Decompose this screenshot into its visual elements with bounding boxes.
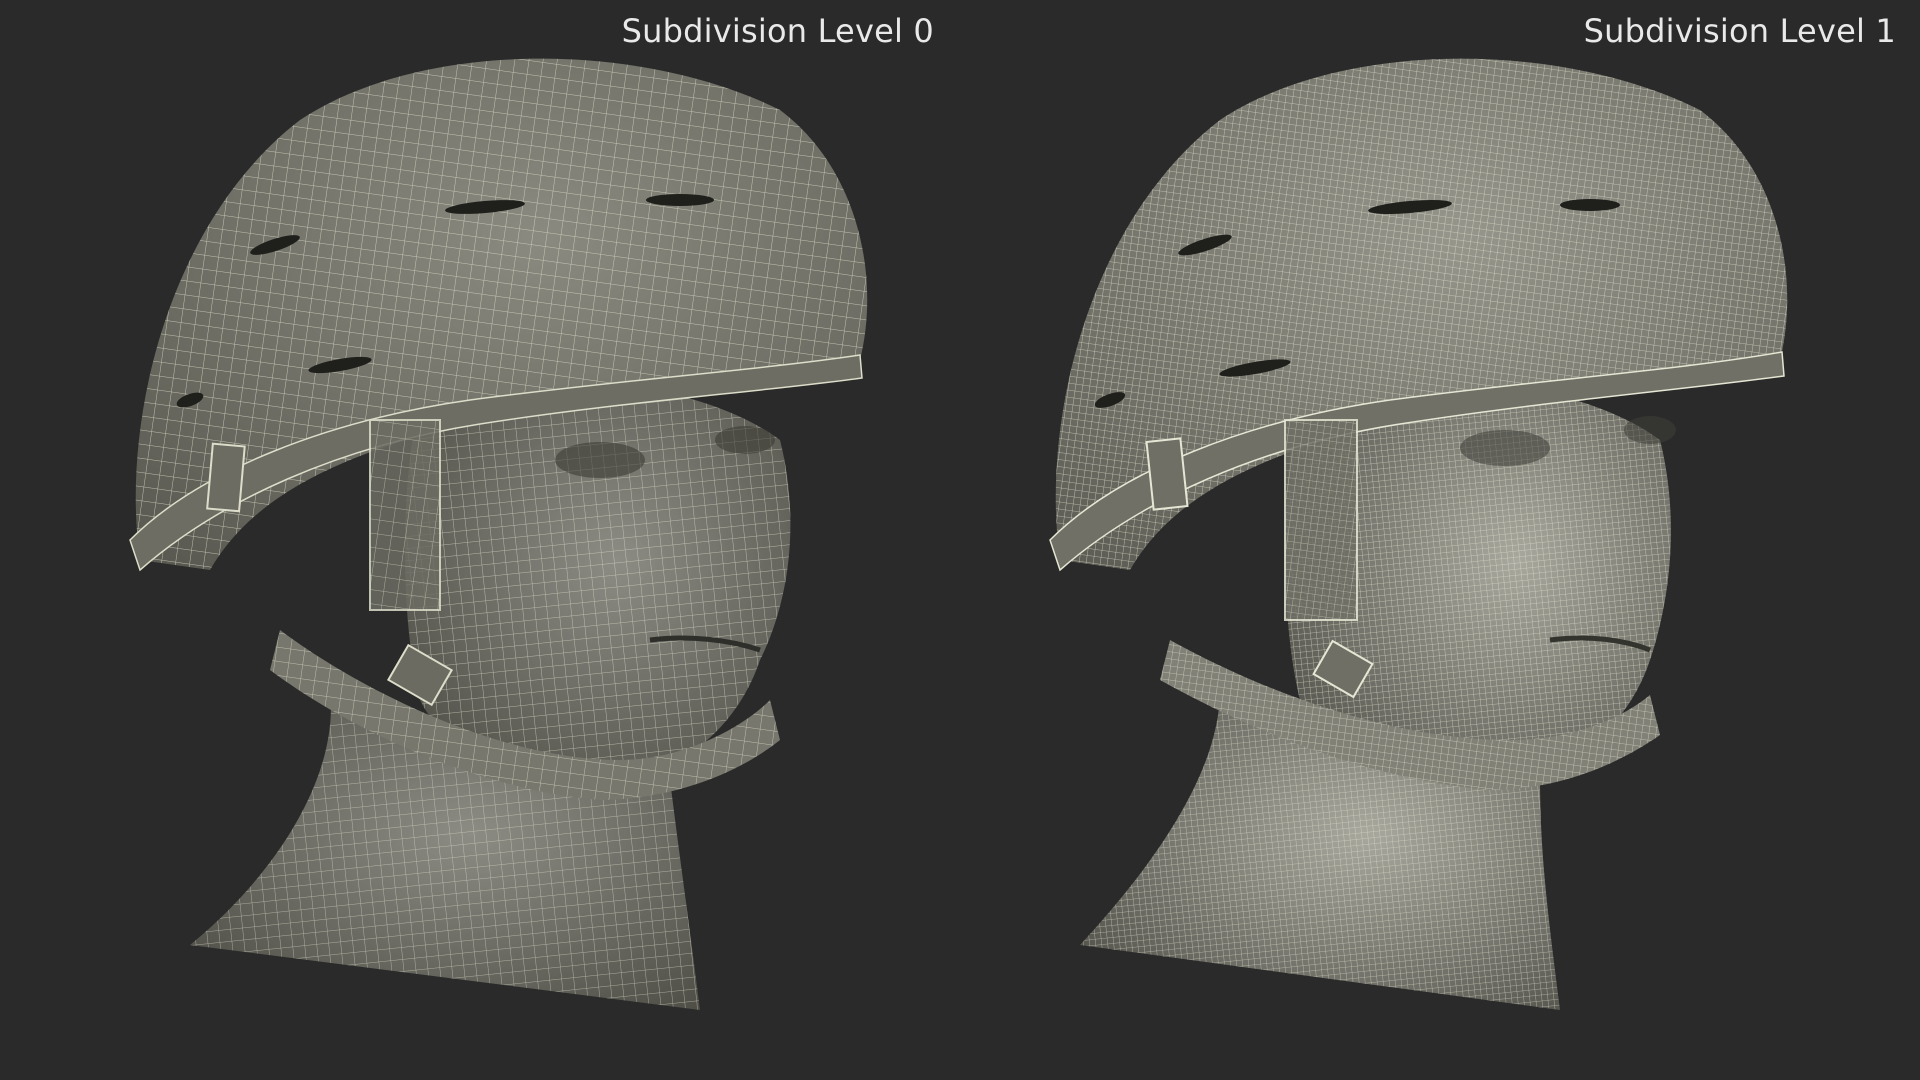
panel-subdivision-level-1: Subdivision Level 1 bbox=[960, 0, 1920, 1080]
face-mesh bbox=[405, 379, 791, 782]
eye-socket-left bbox=[555, 442, 645, 478]
subdivision-level-0-label: Subdivision Level 0 bbox=[621, 12, 934, 50]
subdivision-level-1-label: Subdivision Level 1 bbox=[1583, 12, 1896, 50]
panel-subdivision-level-0: Subdivision Level 0 bbox=[0, 0, 960, 1080]
eye-socket-left bbox=[1460, 430, 1550, 466]
eye-socket-right bbox=[715, 426, 775, 454]
side-clip bbox=[1145, 437, 1189, 511]
side-clip bbox=[206, 442, 246, 513]
eye-socket-right bbox=[1624, 416, 1676, 444]
render-viewport: Subdivision Level 0 Subdivision Level 1 bbox=[0, 0, 1920, 1080]
helmet-head-wireframe-render-smooth bbox=[1049, 58, 1788, 1010]
helmet-head-wireframe-render bbox=[129, 58, 868, 1010]
